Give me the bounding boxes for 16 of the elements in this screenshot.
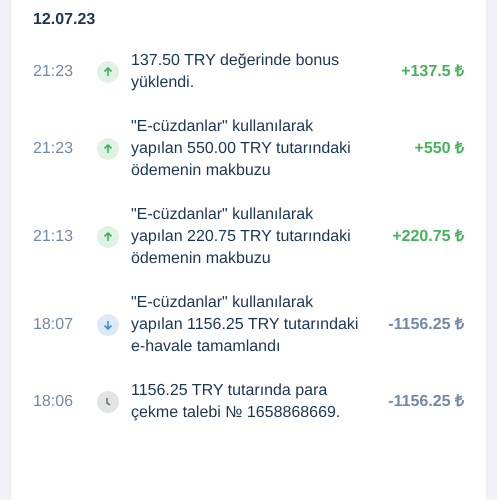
amount-text: +137.5 ₺ <box>401 62 464 82</box>
date-heading: 12.07.23 <box>33 10 96 30</box>
time-text: 18:06 <box>33 392 74 412</box>
time-text: 21:23 <box>33 62 74 82</box>
amount-text: +220.75 ₺ <box>392 227 464 247</box>
transaction-description: "E-cüzdanlar" kullanılarak yapılan 220.75 TRY tutarındaki ödemenin makbuzu <box>131 205 352 269</box>
transaction-description: "E-cüzdanlar" kullanılarak yapılan 1156.25 TRY tutarındaki e-havale tamamlandı <box>131 293 360 357</box>
amount-text: +550 ₺ <box>414 139 464 159</box>
time-text: 21:13 <box>33 227 74 247</box>
amount-text: -1156.25 ₺ <box>388 315 464 335</box>
transaction-description: 1156.25 TRY tutarında para çekme talebi № 1658868669. <box>131 381 342 423</box>
time-text: 21:23 <box>33 139 74 159</box>
transaction-description: "E-cüzdanlar" kullanılarak yapılan 550.00 TRY tutarındaki ödemenin makbuzu <box>131 117 352 181</box>
amount-text: -1156.25 ₺ <box>388 392 464 412</box>
time-text: 18:07 <box>33 315 74 335</box>
transaction-description: 137.50 TRY değerinde bonus yüklendi. <box>131 51 340 93</box>
